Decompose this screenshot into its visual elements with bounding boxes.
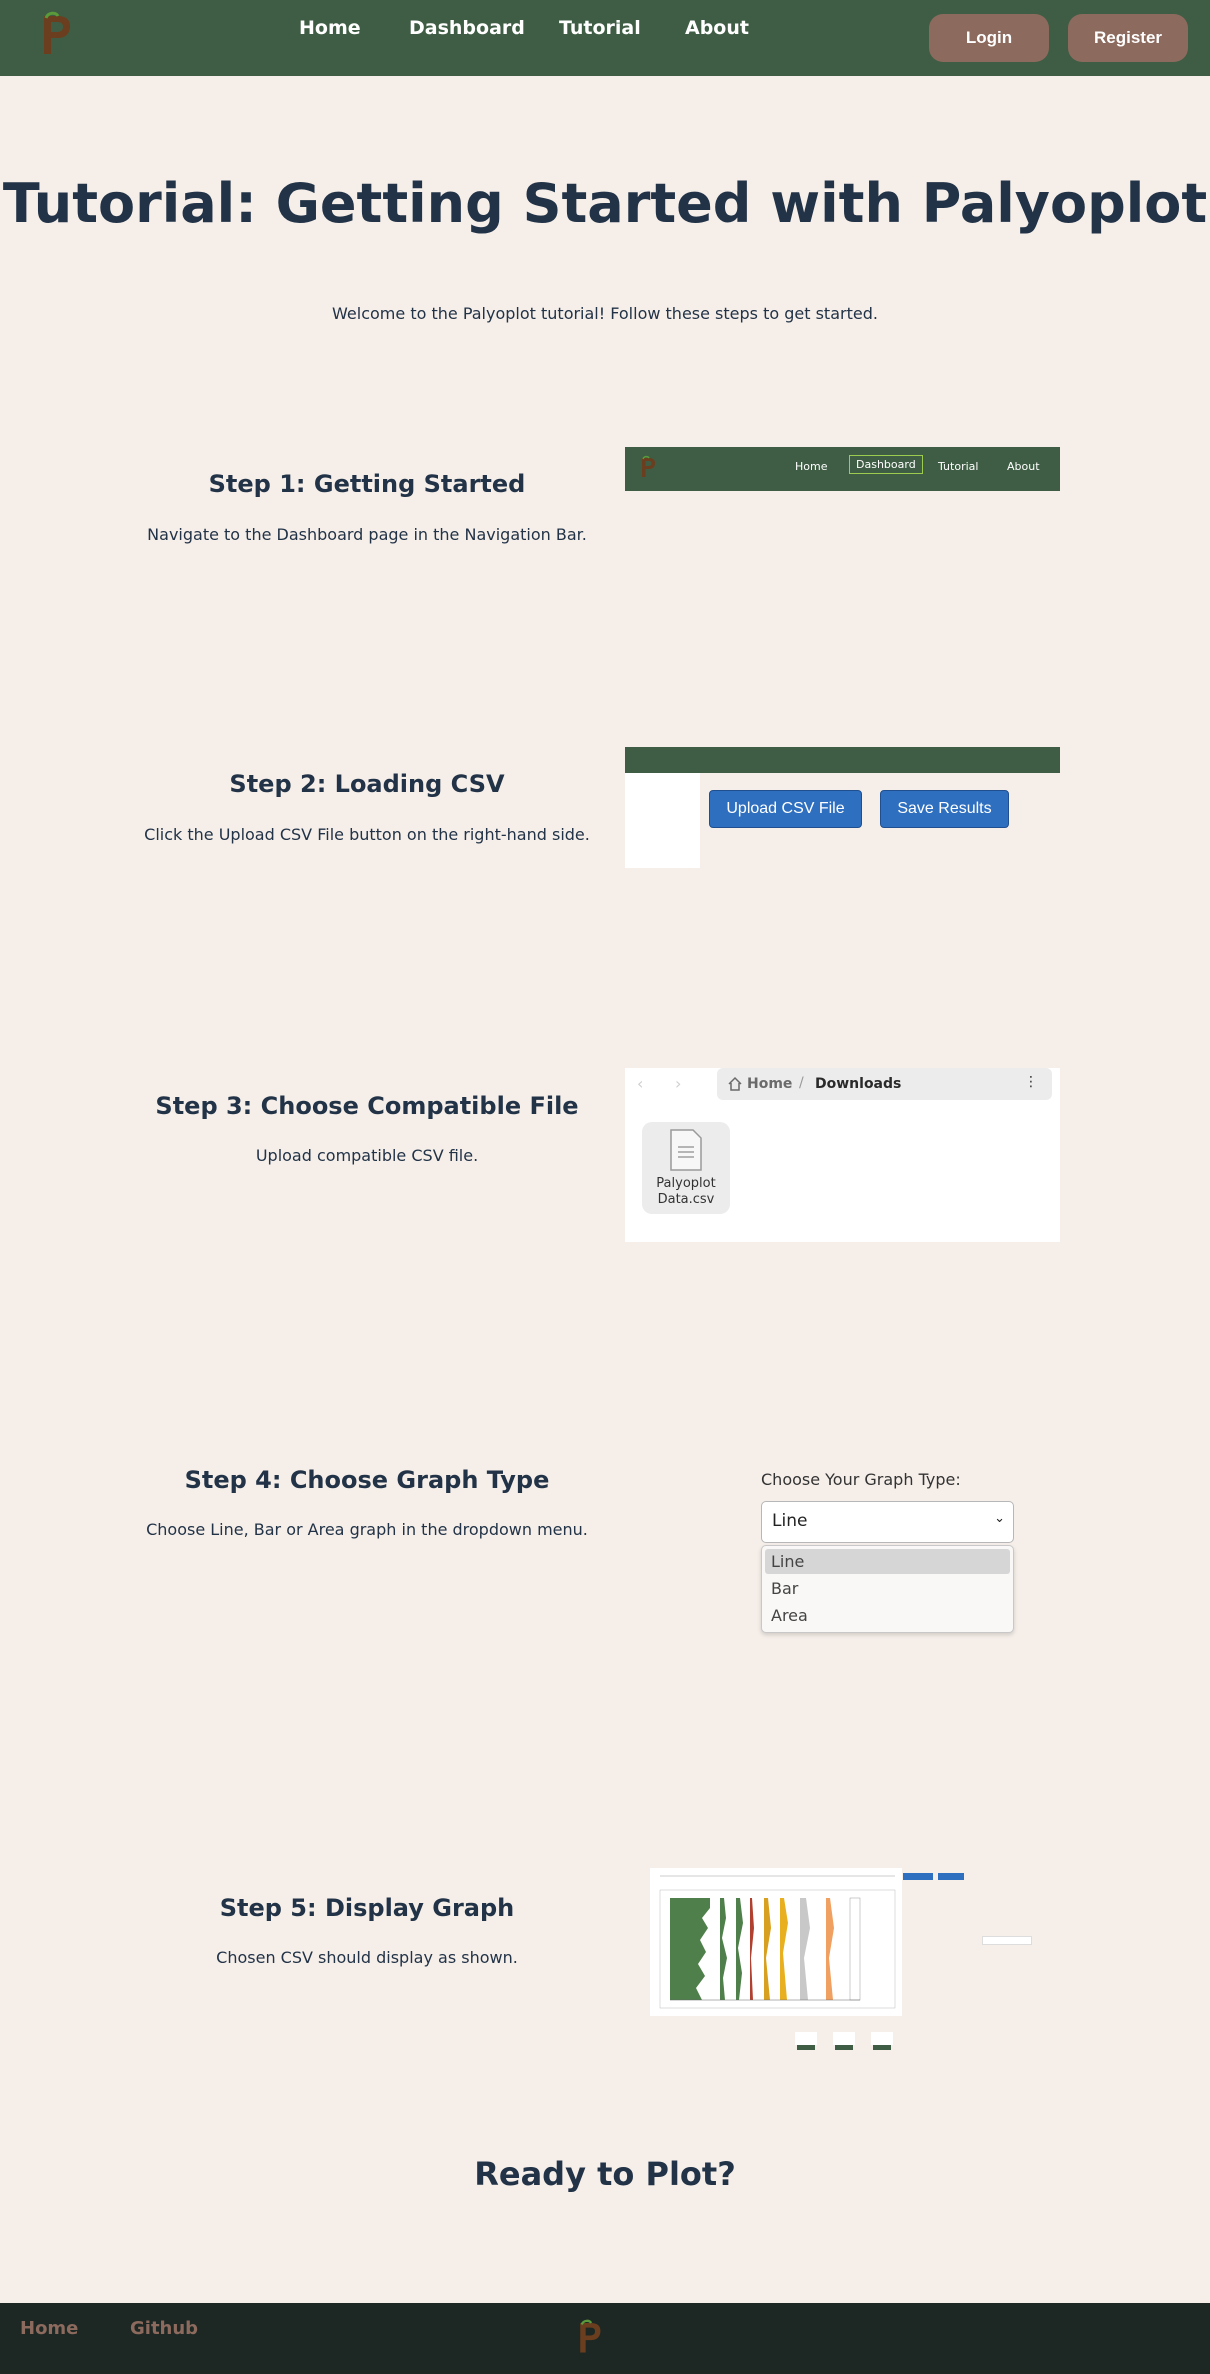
graph-type-selected: Line — [772, 1511, 808, 1531]
mini-nav-about: About — [1007, 460, 1040, 473]
mini-recent-graph-3 — [871, 2032, 893, 2045]
csv-file-item[interactable]: Palyoplot Data.csv — [642, 1122, 730, 1214]
mini-nav-home: Home — [795, 460, 828, 473]
footer: Home Github — [0, 2303, 1210, 2374]
upload-csv-button[interactable]: Upload CSV File — [709, 790, 862, 828]
step-3-desc: Upload compatible CSV file. — [255, 1146, 479, 1165]
palyoplot-logo-icon — [642, 455, 655, 477]
option-line[interactable]: Line — [765, 1549, 1010, 1574]
mini-recent-button-3 — [873, 2045, 891, 2050]
more-options-icon[interactable]: ⋮ — [1024, 1074, 1038, 1090]
nav-dashboard[interactable]: Dashboard — [409, 17, 525, 39]
file-dialog: ‹ › Home / Downloads ⋮ Palyoplot Data.cs… — [625, 1068, 1060, 1242]
path-bar: Home / Downloads ⋮ — [717, 1068, 1052, 1100]
nav-about[interactable]: About — [685, 17, 749, 39]
step-1-title: Step 1: Getting Started — [208, 470, 526, 498]
path-home[interactable]: Home — [747, 1076, 792, 1092]
step-2-desc: Click the Upload CSV File button on the … — [144, 825, 590, 844]
ready-heading: Ready to Plot? — [474, 2155, 736, 2193]
graph-type-select[interactable]: Line ⌄ — [761, 1501, 1014, 1543]
step-4-desc: Choose Line, Bar or Area graph in the dr… — [146, 1520, 588, 1539]
option-bar[interactable]: Bar — [765, 1576, 1010, 1601]
register-button[interactable]: Register — [1068, 14, 1188, 62]
graph-type-options: Line Bar Area — [761, 1545, 1014, 1633]
navbar: Home Dashboard Tutorial About Login Regi… — [0, 0, 1210, 76]
step-4-title: Step 4: Choose Graph Type — [184, 1466, 550, 1494]
step-2-sidebar — [625, 773, 700, 868]
chevron-right-icon[interactable]: › — [675, 1074, 681, 1093]
save-results-button[interactable]: Save Results — [880, 790, 1009, 828]
footer-home-link[interactable]: Home — [20, 2318, 78, 2339]
palyoplot-logo-icon — [580, 2319, 601, 2353]
graph-preview-image — [650, 1868, 902, 2016]
mini-recent-graph-1 — [795, 2032, 817, 2045]
mini-recent-graph-2 — [833, 2032, 855, 2045]
option-area[interactable]: Area — [765, 1603, 1010, 1628]
mini-recent-button-2 — [835, 2045, 853, 2050]
path-downloads[interactable]: Downloads — [815, 1076, 901, 1092]
step-3-title: Step 3: Choose Compatible File — [155, 1092, 579, 1120]
mini-nav-tutorial: Tutorial — [938, 460, 979, 473]
page-intro: Welcome to the Palyoplot tutorial! Follo… — [332, 304, 878, 323]
step-2-header-bar — [625, 747, 1060, 773]
nav-tutorial[interactable]: Tutorial — [559, 17, 641, 39]
step-2-title: Step 2: Loading CSV — [229, 770, 505, 798]
file-name: Palyoplot Data.csv — [656, 1176, 716, 1207]
document-icon — [670, 1129, 702, 1171]
chevron-down-icon: ⌄ — [994, 1511, 1005, 1526]
path-separator: / — [799, 1075, 804, 1091]
step-1-navbar-illustration: Home Dashboard Tutorial About — [625, 447, 1060, 491]
step-1-desc: Navigate to the Dashboard page in the Na… — [147, 525, 587, 544]
footer-github-link[interactable]: Github — [130, 2318, 198, 2339]
step-5-title: Step 5: Display Graph — [219, 1894, 515, 1922]
mini-nav-dashboard: Dashboard — [849, 455, 923, 474]
page-title: Tutorial: Getting Started with Palyoplot — [2, 172, 1208, 235]
graph-type-label: Choose Your Graph Type: — [761, 1470, 961, 1489]
chevron-left-icon[interactable]: ‹ — [637, 1074, 643, 1093]
mini-graph-select — [982, 1936, 1032, 1945]
step-5-desc: Chosen CSV should display as shown. — [216, 1948, 518, 1967]
home-icon — [728, 1076, 742, 1091]
mini-save-button — [938, 1873, 964, 1880]
login-button[interactable]: Login — [929, 14, 1049, 62]
mini-upload-button — [903, 1873, 933, 1880]
mini-recent-button-1 — [797, 2045, 815, 2050]
nav-home[interactable]: Home — [299, 17, 361, 39]
